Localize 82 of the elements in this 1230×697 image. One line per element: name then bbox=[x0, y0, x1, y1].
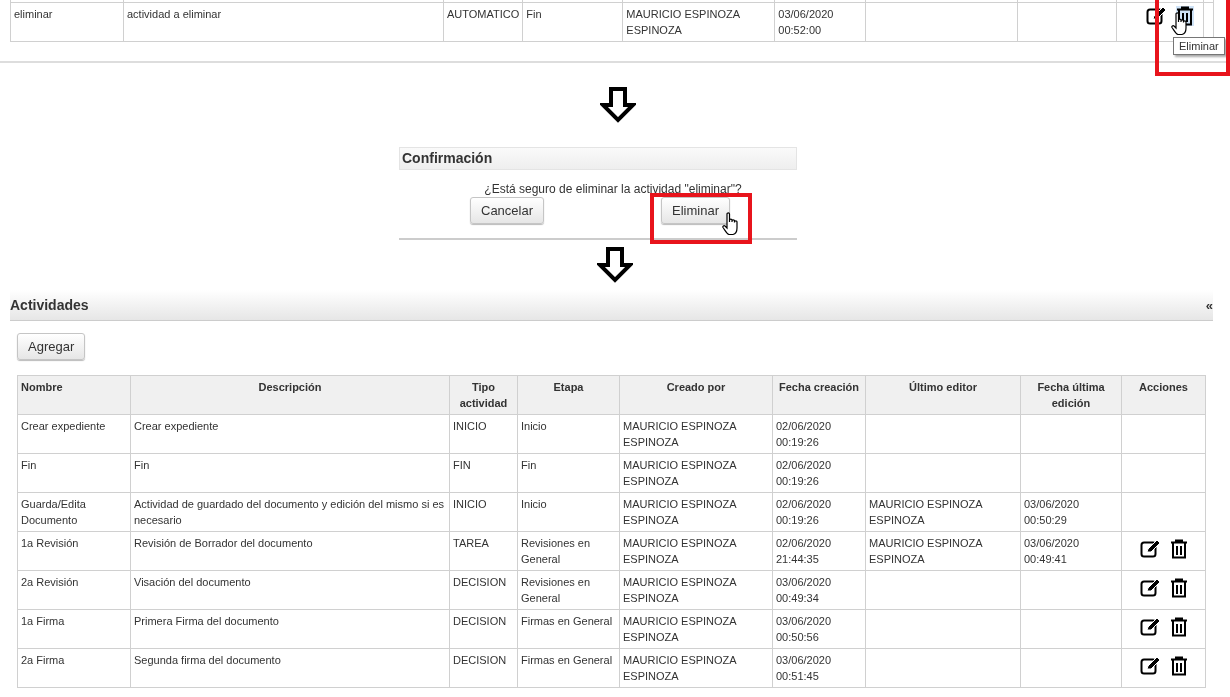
table-cell: 02/06/2020 00:19:26 bbox=[772, 453, 866, 493]
column-header: Descripción bbox=[130, 375, 450, 415]
table-cell: 1a Firma bbox=[17, 609, 131, 649]
table-cell: MAURICIO ESPINOZA ESPINOZA bbox=[865, 492, 1021, 532]
table-cell: Segunda firma del documento bbox=[130, 648, 450, 688]
table-cell: Revisión de Borrador del documento bbox=[130, 531, 450, 571]
edit-icon[interactable] bbox=[1139, 617, 1162, 637]
column-header: Etapa bbox=[517, 375, 620, 415]
confirm-message: ¿Está seguro de eliminar la actividad "eliminar"? bbox=[484, 182, 742, 196]
table-cell: 03/06/2020 00:50:56 bbox=[772, 609, 866, 649]
table-cell: MAURICIO ESPINOZA ESPINOZA bbox=[865, 531, 1021, 571]
column-header: Nombre bbox=[17, 375, 131, 415]
table-cell: MAURICIO ESPINOZA ESPINOZA bbox=[619, 609, 773, 649]
column-header: Creado por bbox=[619, 375, 773, 415]
table-cell: Fin bbox=[517, 453, 620, 493]
table-cell: 03/06/2020 00:50:29 bbox=[1020, 492, 1122, 532]
table-cell: Firmas en General bbox=[517, 648, 620, 688]
trash-icon[interactable] bbox=[1176, 6, 1195, 26]
collapse-button[interactable]: « bbox=[1205, 297, 1213, 313]
table-cell: Fin bbox=[522, 2, 623, 42]
table-cell: INICIO bbox=[449, 492, 518, 532]
column-header: Fecha creación bbox=[772, 375, 866, 415]
table-cell: MAURICIO ESPINOZA ESPINOZA bbox=[619, 414, 773, 454]
table-cell: Primera Firma del documento bbox=[130, 609, 450, 649]
column-header: Fecha última edición bbox=[1020, 375, 1122, 415]
table-cell: 03/06/2020 00:49:34 bbox=[772, 570, 866, 610]
column-header: Acciones bbox=[1121, 375, 1206, 415]
trash-icon[interactable] bbox=[1169, 617, 1188, 637]
trash-icon[interactable] bbox=[1169, 578, 1188, 598]
trash-icon[interactable] bbox=[1169, 656, 1188, 676]
table-cell: 02/06/2020 00:19:26 bbox=[772, 492, 866, 532]
edit-icon[interactable] bbox=[1139, 578, 1162, 598]
table-cell: TAREA bbox=[449, 531, 518, 571]
table-cell: MAURICIO ESPINOZA ESPINOZA bbox=[619, 453, 773, 493]
tooltip: Eliminar bbox=[1173, 37, 1225, 55]
table-cell: Inicio bbox=[517, 414, 620, 454]
cancel-button[interactable]: Cancelar bbox=[470, 197, 545, 224]
table-cell: DECISION bbox=[449, 570, 518, 610]
table-cell: Actividad de guardado del documento y edición del mismo si es necesario bbox=[130, 492, 450, 532]
panel-title: Actividades bbox=[10, 297, 89, 313]
column-header: Tipo actividad bbox=[449, 375, 518, 415]
column-header: Último editor bbox=[865, 375, 1021, 415]
table-cell: actividad a eliminar bbox=[123, 2, 444, 42]
table-cell: 03/06/2020 00:51:45 bbox=[772, 648, 866, 688]
table-cell: 2a Revisión bbox=[17, 570, 131, 610]
down-arrow-icon bbox=[597, 247, 633, 283]
table-cell: 02/06/2020 00:19:26 bbox=[772, 414, 866, 454]
table-cell: Fin bbox=[17, 453, 131, 493]
table-cell: DECISION bbox=[449, 609, 518, 649]
table-cell: AUTOMATICO bbox=[443, 2, 523, 42]
table-cell: Revisiones en General bbox=[517, 531, 620, 571]
table-cell: Crear expediente bbox=[130, 414, 450, 454]
table-cell: 2a Firma bbox=[17, 648, 131, 688]
table-cell: FIN bbox=[449, 453, 518, 493]
table-cell: MAURICIO ESPINOZA ESPINOZA bbox=[619, 531, 773, 571]
edit-icon[interactable] bbox=[1139, 539, 1162, 559]
hand-cursor-icon bbox=[1171, 12, 1189, 36]
table-cell: 02/06/2020 21:44:35 bbox=[772, 531, 866, 571]
table-cell: 03/06/2020 00:49:41 bbox=[1020, 531, 1122, 571]
table-cell: 1a Revisión bbox=[17, 531, 131, 571]
table-cell: Revisiones en General bbox=[517, 570, 620, 610]
hand-cursor-icon bbox=[722, 212, 740, 236]
table-cell: INICIO bbox=[449, 414, 518, 454]
table-cell: Visación del documento bbox=[130, 570, 450, 610]
table-cell: MAURICIO ESPINOZA ESPINOZA bbox=[619, 648, 773, 688]
edit-icon[interactable] bbox=[1139, 656, 1162, 676]
table-cell: Inicio bbox=[517, 492, 620, 532]
add-button[interactable]: Agregar bbox=[17, 333, 86, 360]
table-cell: Guarda/Edita Documento bbox=[17, 492, 131, 532]
table-cell: 03/06/2020 00:52:00 bbox=[774, 2, 866, 42]
trash-icon[interactable] bbox=[1169, 539, 1188, 559]
table-cell: DECISION bbox=[449, 648, 518, 688]
table-cell: Firmas en General bbox=[517, 609, 620, 649]
table-cell: MAURICIO ESPINOZA ESPINOZA bbox=[622, 2, 775, 42]
table-cell: MAURICIO ESPINOZA ESPINOZA bbox=[619, 570, 773, 610]
table-cell: eliminar bbox=[10, 2, 124, 42]
down-arrow-icon bbox=[600, 87, 636, 123]
table-cell: Fin bbox=[130, 453, 450, 493]
table-cell: MAURICIO ESPINOZA ESPINOZA bbox=[619, 492, 773, 532]
delete-button[interactable]: Eliminar bbox=[661, 197, 730, 224]
dialog-title: Confirmación bbox=[399, 147, 797, 170]
table-cell: Crear expediente bbox=[17, 414, 131, 454]
